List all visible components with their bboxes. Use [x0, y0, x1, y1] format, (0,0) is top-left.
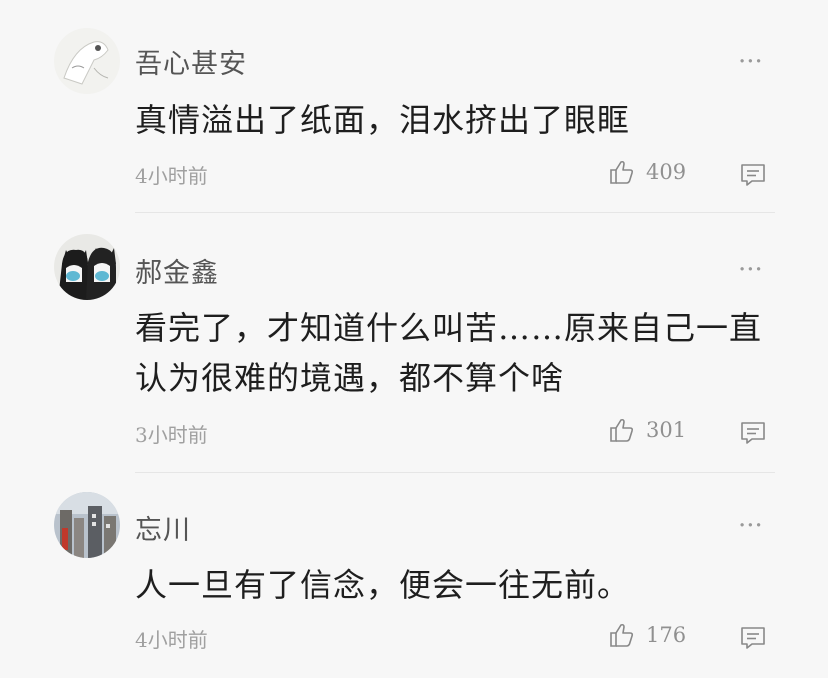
- like-button[interactable]: 301: [608, 416, 686, 444]
- username[interactable]: 吾心甚安: [135, 42, 247, 81]
- username[interactable]: 郝金鑫: [135, 251, 219, 290]
- more-options-icon[interactable]: ···: [738, 257, 763, 283]
- comment-text: 真情溢出了纸面，泪水挤出了眼眶: [135, 101, 631, 139]
- avatar-image: [54, 234, 120, 300]
- reply-button[interactable]: [740, 420, 766, 450]
- avatar-image: [54, 492, 120, 558]
- thumbs-up-icon: [610, 160, 634, 184]
- more-options-icon[interactable]: ···: [738, 49, 763, 75]
- reply-button[interactable]: [740, 162, 766, 192]
- reply-button[interactable]: [740, 625, 766, 655]
- avatar-image: [54, 28, 120, 94]
- comment-text: 人一旦有了信念，便会一往无前。: [135, 566, 631, 604]
- comment-icon: [741, 164, 765, 186]
- like-button[interactable]: 409: [608, 158, 686, 186]
- divider: [135, 212, 775, 213]
- like-count: 301: [646, 418, 687, 442]
- like-button[interactable]: 176: [608, 621, 686, 649]
- like-count: 409: [646, 160, 687, 184]
- timestamp: 4小时前: [135, 628, 208, 652]
- avatar[interactable]: [54, 234, 120, 300]
- avatar[interactable]: [54, 28, 120, 94]
- comment-icon: [741, 422, 765, 444]
- thumbs-up-icon: [610, 418, 634, 442]
- thumbs-up-icon: [610, 623, 634, 647]
- divider: [135, 472, 775, 473]
- more-options-icon[interactable]: ···: [738, 513, 763, 539]
- username[interactable]: 忘川: [135, 508, 191, 547]
- comment-text: 看完了，才知道什么叫苦……原来自己一直认为很难的境遇，都不算个啥: [135, 309, 763, 397]
- avatar[interactable]: [54, 492, 120, 558]
- timestamp: 3小时前: [135, 423, 208, 447]
- like-count: 176: [646, 623, 687, 647]
- comment-icon: [741, 627, 765, 649]
- timestamp: 4小时前: [135, 164, 208, 188]
